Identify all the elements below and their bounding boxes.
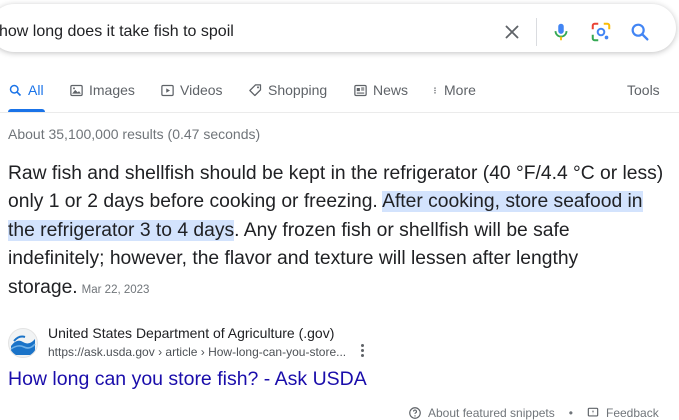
tab-all[interactable]: All (8, 82, 44, 98)
tab-videos[interactable]: Videos (160, 82, 223, 98)
tab-label: News (373, 82, 409, 98)
search-tabs: All Images Videos Shopping News More (0, 76, 679, 112)
tab-label: More (444, 82, 476, 98)
result-stats: About 35,100,000 results (0.47 seconds) (8, 126, 261, 142)
tab-label: Images (89, 82, 135, 98)
tag-icon (249, 83, 262, 96)
tab-shopping[interactable]: Shopping (248, 82, 327, 98)
close-icon[interactable] (501, 21, 523, 43)
tools-button[interactable]: Tools (627, 82, 660, 98)
tab-more[interactable]: More (431, 82, 476, 98)
feedback-button[interactable]: Feedback (586, 406, 659, 420)
tab-images[interactable]: Images (69, 82, 135, 98)
microphone-icon[interactable] (550, 21, 572, 43)
lens-icon[interactable] (590, 21, 612, 43)
help-icon (409, 407, 421, 419)
tab-label: Shopping (268, 82, 328, 98)
search-divider (536, 18, 537, 46)
image-icon (70, 84, 83, 96)
snippet-date: Mar 22, 2023 (81, 283, 150, 296)
tabs-divider (0, 112, 679, 113)
about-label: About featured snippets (428, 406, 555, 420)
site-name: United States Department of Agriculture … (48, 325, 335, 341)
more-options-icon[interactable] (358, 344, 366, 358)
tab-label: All (28, 82, 44, 98)
search-icon (9, 84, 22, 96)
search-icon[interactable] (629, 21, 651, 43)
result-title-link[interactable]: How long can you store fish? - Ask USDA (8, 368, 367, 391)
feedback-icon (587, 407, 599, 417)
play-icon (161, 84, 174, 96)
tab-label: Videos (180, 82, 223, 98)
usda-favicon-icon (8, 328, 38, 358)
more-vert-icon (434, 86, 436, 94)
site-url[interactable]: https://ask.usda.gov › article › How-lon… (48, 345, 346, 359)
news-icon (354, 84, 367, 96)
featured-snippet-text: Raw fish and shellfish should be kept in… (8, 160, 668, 304)
tab-news[interactable]: News (353, 82, 408, 98)
search-bar[interactable]: how long does it take fish to spoil (0, 4, 676, 52)
about-featured-snippets[interactable]: About featured snippets • (408, 406, 573, 420)
feedback-label: Feedback (606, 406, 659, 420)
search-input[interactable]: how long does it take fish to spoil (0, 23, 234, 41)
